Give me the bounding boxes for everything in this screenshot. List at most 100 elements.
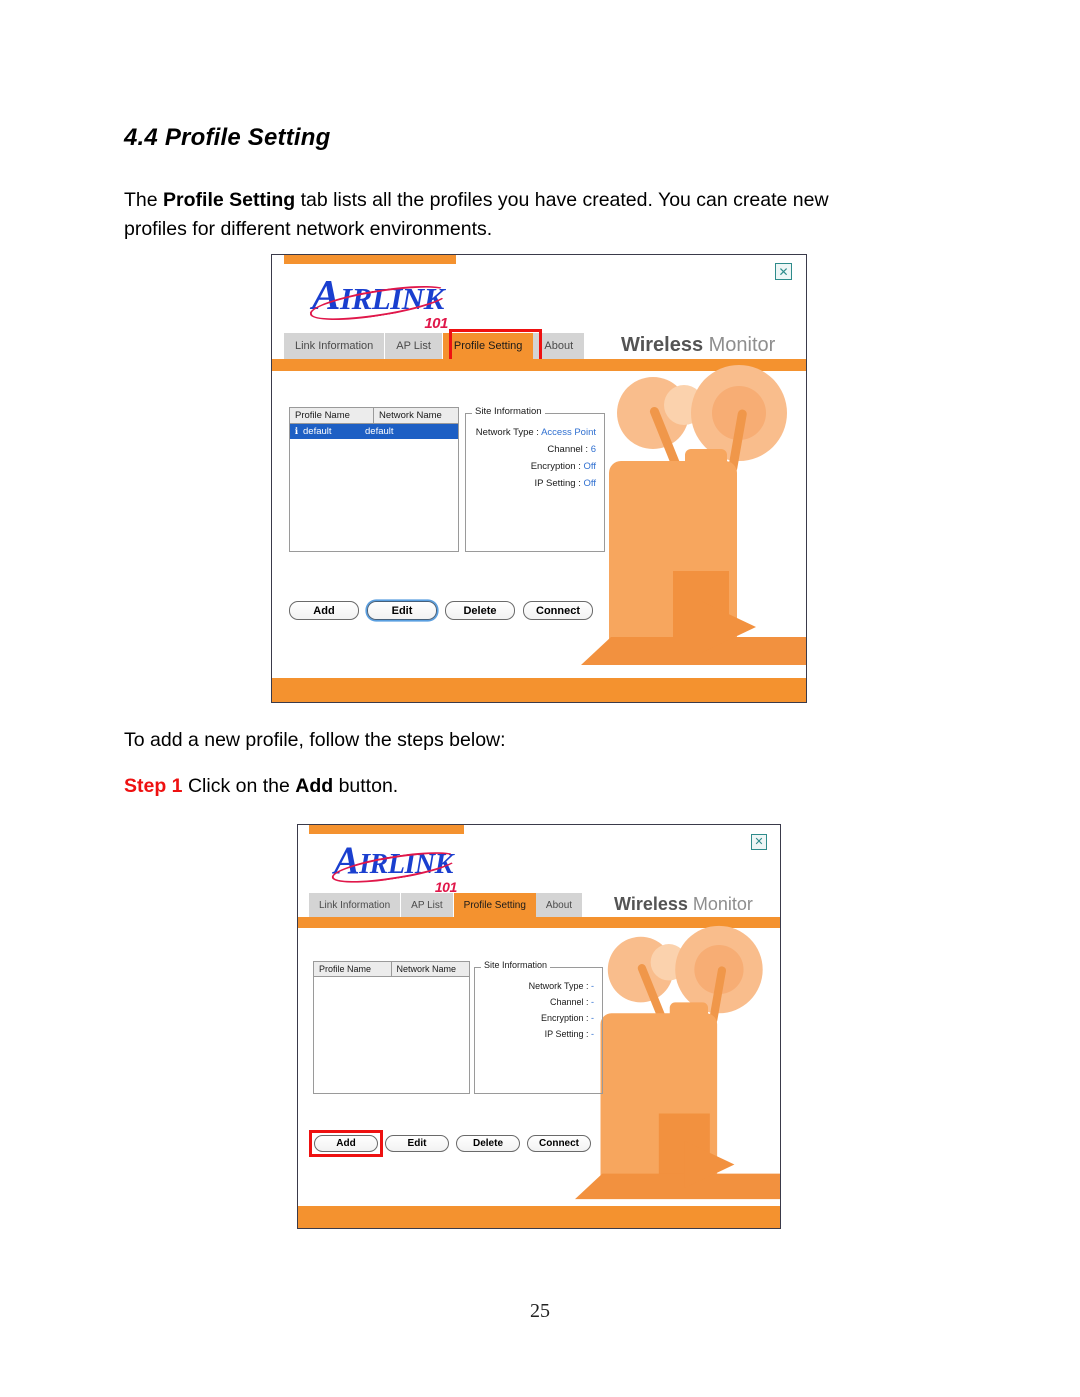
logo-101-text: 101 — [424, 315, 448, 332]
router-illustration-icon — [581, 365, 806, 665]
logo-cap-letter: A — [312, 272, 341, 319]
intro-bold-term: Profile Setting — [163, 189, 296, 211]
page-title: 4.4 Profile Setting — [124, 124, 331, 151]
site-information-rows: Network Type : - Channel : - Encryption … — [475, 968, 602, 1042]
info-row-channel: Channel : 6 — [466, 441, 596, 458]
wireless-monitor-window-profile-list: ✕ AIRLINK 101 Link Information AP List P… — [271, 254, 807, 703]
tab-profile-setting[interactable]: Profile Setting — [453, 893, 536, 917]
brand-wireless-monitor: Wireless Monitor — [621, 334, 775, 357]
info-row-network-type: Network Type : - — [475, 978, 594, 994]
page-number: 25 — [530, 1300, 550, 1322]
logo-cap-letter: A — [334, 840, 360, 882]
tab-under-accent-bar — [298, 917, 780, 928]
info-value-ip-setting: Off — [583, 478, 597, 489]
profile-list-header: Profile Name Network Name — [314, 962, 469, 977]
tab-link-information[interactable]: Link Information — [284, 333, 386, 359]
delete-button[interactable]: Delete — [456, 1135, 520, 1152]
logo-text: AIRLINK 101 — [329, 839, 460, 895]
wireless-monitor-window-empty-profile-list: ✕ AIRLINK 101 Link Information AP List P… — [297, 824, 781, 1229]
window-footer-accent-bar — [298, 1206, 780, 1228]
logo-rest-2: INK — [390, 281, 444, 316]
info-label-network-type: Network Type : — [475, 427, 542, 438]
tab-profile-setting[interactable]: Profile Setting — [442, 333, 534, 359]
delete-button[interactable]: Delete — [445, 601, 515, 620]
column-header-network-name[interactable]: Network Name — [374, 408, 458, 423]
column-header-profile-name[interactable]: Profile Name — [290, 408, 374, 423]
profile-list-header: Profile Name Network Name — [290, 408, 458, 424]
router-illustration-icon — [575, 925, 780, 1200]
close-icon[interactable]: ✕ — [751, 834, 767, 850]
info-row-network-type: Network Type : Access Point — [466, 424, 596, 441]
info-label-channel: Channel : — [549, 997, 591, 1007]
brand-bold: Wireless — [614, 894, 688, 914]
action-button-row: Add Edit Delete Connect — [289, 601, 593, 620]
tab-about[interactable]: About — [533, 333, 586, 359]
step-1-prefix: Click on the — [182, 775, 296, 797]
profile-list-table[interactable]: Profile Name Network Name ℹ default defa… — [289, 407, 459, 552]
column-header-network-name[interactable]: Network Name — [391, 962, 469, 976]
window-top-accent-bar — [284, 255, 456, 264]
info-value-ip-setting: - — [591, 1029, 594, 1039]
followup-paragraph: To add a new profile, follow the steps b… — [124, 729, 506, 751]
site-information-panel: Site Information Network Type : - Channe… — [474, 960, 603, 1094]
step-1-bold-term: Add — [295, 775, 334, 797]
info-value-encryption: Off — [583, 461, 597, 472]
cell-profile-name: default — [303, 426, 332, 437]
profile-entry-icon: ℹ — [294, 426, 299, 436]
action-button-row: Add Edit Delete Connect — [314, 1135, 591, 1152]
tab-ap-list[interactable]: AP List — [385, 333, 443, 359]
connect-button[interactable]: Connect — [523, 601, 593, 620]
tab-ap-list[interactable]: AP List — [401, 893, 454, 917]
info-label-network-type: Network Type : — [528, 981, 591, 991]
info-value-encryption: - — [591, 1013, 594, 1023]
profile-list-table[interactable]: Profile Name Network Name — [313, 961, 470, 1094]
info-label-ip-setting: IP Setting : — [534, 478, 584, 489]
column-header-profile-name[interactable]: Profile Name — [314, 962, 392, 976]
tab-under-accent-bar — [272, 359, 806, 371]
info-label-encryption: Encryption : — [530, 461, 584, 472]
info-value-network-type: - — [591, 981, 594, 991]
info-value-channel: - — [591, 997, 594, 1007]
connect-button[interactable]: Connect — [527, 1135, 591, 1152]
info-label-channel: Channel : — [547, 444, 591, 455]
window-top-accent-bar — [309, 825, 464, 834]
info-value-channel: 6 — [590, 444, 596, 455]
add-button[interactable]: Add — [289, 601, 359, 620]
airlink-logo: AIRLINK 101 — [329, 839, 460, 895]
intro-prefix: The — [124, 189, 164, 211]
brand-light: Monitor — [687, 894, 753, 914]
step-1-instruction: Step 1 Click on the Add button. — [124, 772, 398, 801]
site-information-panel: Site Information Network Type : Access P… — [465, 406, 605, 552]
intro-paragraph: The Profile Setting tab lists all the pr… — [124, 186, 876, 244]
logo-rest-1: IRL — [340, 281, 391, 316]
brand-wireless-monitor: Wireless Monitor — [614, 894, 753, 915]
brand-bold: Wireless — [621, 334, 704, 356]
info-row-encryption: Encryption : Off — [466, 458, 596, 475]
info-row-ip-setting: IP Setting : Off — [466, 475, 596, 492]
step-1-label: Step 1 — [124, 775, 183, 797]
edit-button[interactable]: Edit — [367, 601, 437, 620]
tab-about[interactable]: About — [535, 893, 584, 917]
info-row-channel: Channel : - — [475, 994, 594, 1010]
brand-light: Monitor — [703, 334, 776, 356]
cell-network-name: default — [365, 426, 394, 437]
info-label-encryption: Encryption : — [540, 1013, 591, 1023]
info-row-encryption: Encryption : - — [475, 1010, 594, 1026]
logo-rest-2: INK — [404, 849, 453, 880]
window-footer-accent-bar — [272, 678, 806, 702]
site-information-rows: Network Type : Access Point Channel : 6 … — [466, 414, 604, 492]
info-label-ip-setting: IP Setting : — [544, 1029, 591, 1039]
info-value-network-type: Access Point — [541, 427, 596, 438]
logo-rest-1: IRL — [359, 849, 405, 880]
edit-button[interactable]: Edit — [385, 1135, 449, 1152]
tab-link-information[interactable]: Link Information — [309, 893, 402, 917]
logo-101-text: 101 — [434, 879, 457, 895]
site-information-legend: Site Information — [472, 406, 545, 417]
close-icon[interactable]: ✕ — [775, 263, 792, 280]
airlink-logo: AIRLINK 101 — [307, 271, 452, 332]
site-information-legend: Site Information — [481, 960, 551, 970]
add-button[interactable]: Add — [314, 1135, 378, 1152]
step-1-suffix: button. — [333, 775, 399, 797]
logo-text: AIRLINK 101 — [307, 271, 452, 332]
table-row[interactable]: ℹ default default — [290, 424, 458, 439]
